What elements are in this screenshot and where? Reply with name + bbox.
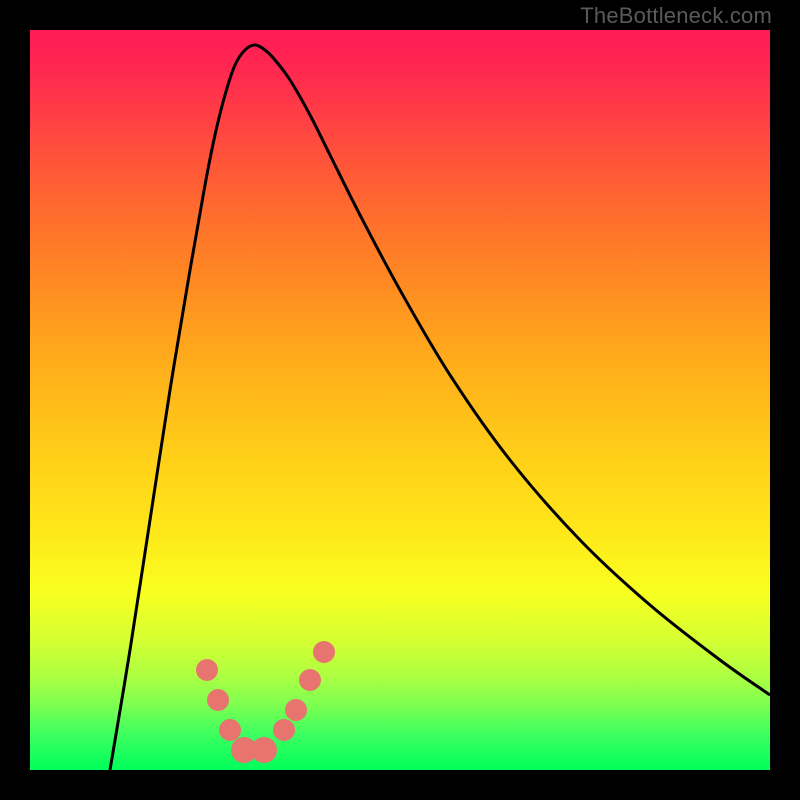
chart-frame: TheBottleneck.com [0, 0, 800, 800]
plot-area [30, 30, 770, 770]
marker-7 [285, 699, 307, 721]
marker-3 [219, 719, 241, 741]
marker-9 [313, 641, 335, 663]
marker-group [196, 641, 335, 763]
marker-6 [273, 719, 295, 741]
chart-svg [30, 30, 770, 770]
marker-5 [251, 737, 277, 763]
watermark-text: TheBottleneck.com [580, 3, 772, 29]
marker-1 [196, 659, 218, 681]
marker-8 [299, 669, 321, 691]
marker-2 [207, 689, 229, 711]
